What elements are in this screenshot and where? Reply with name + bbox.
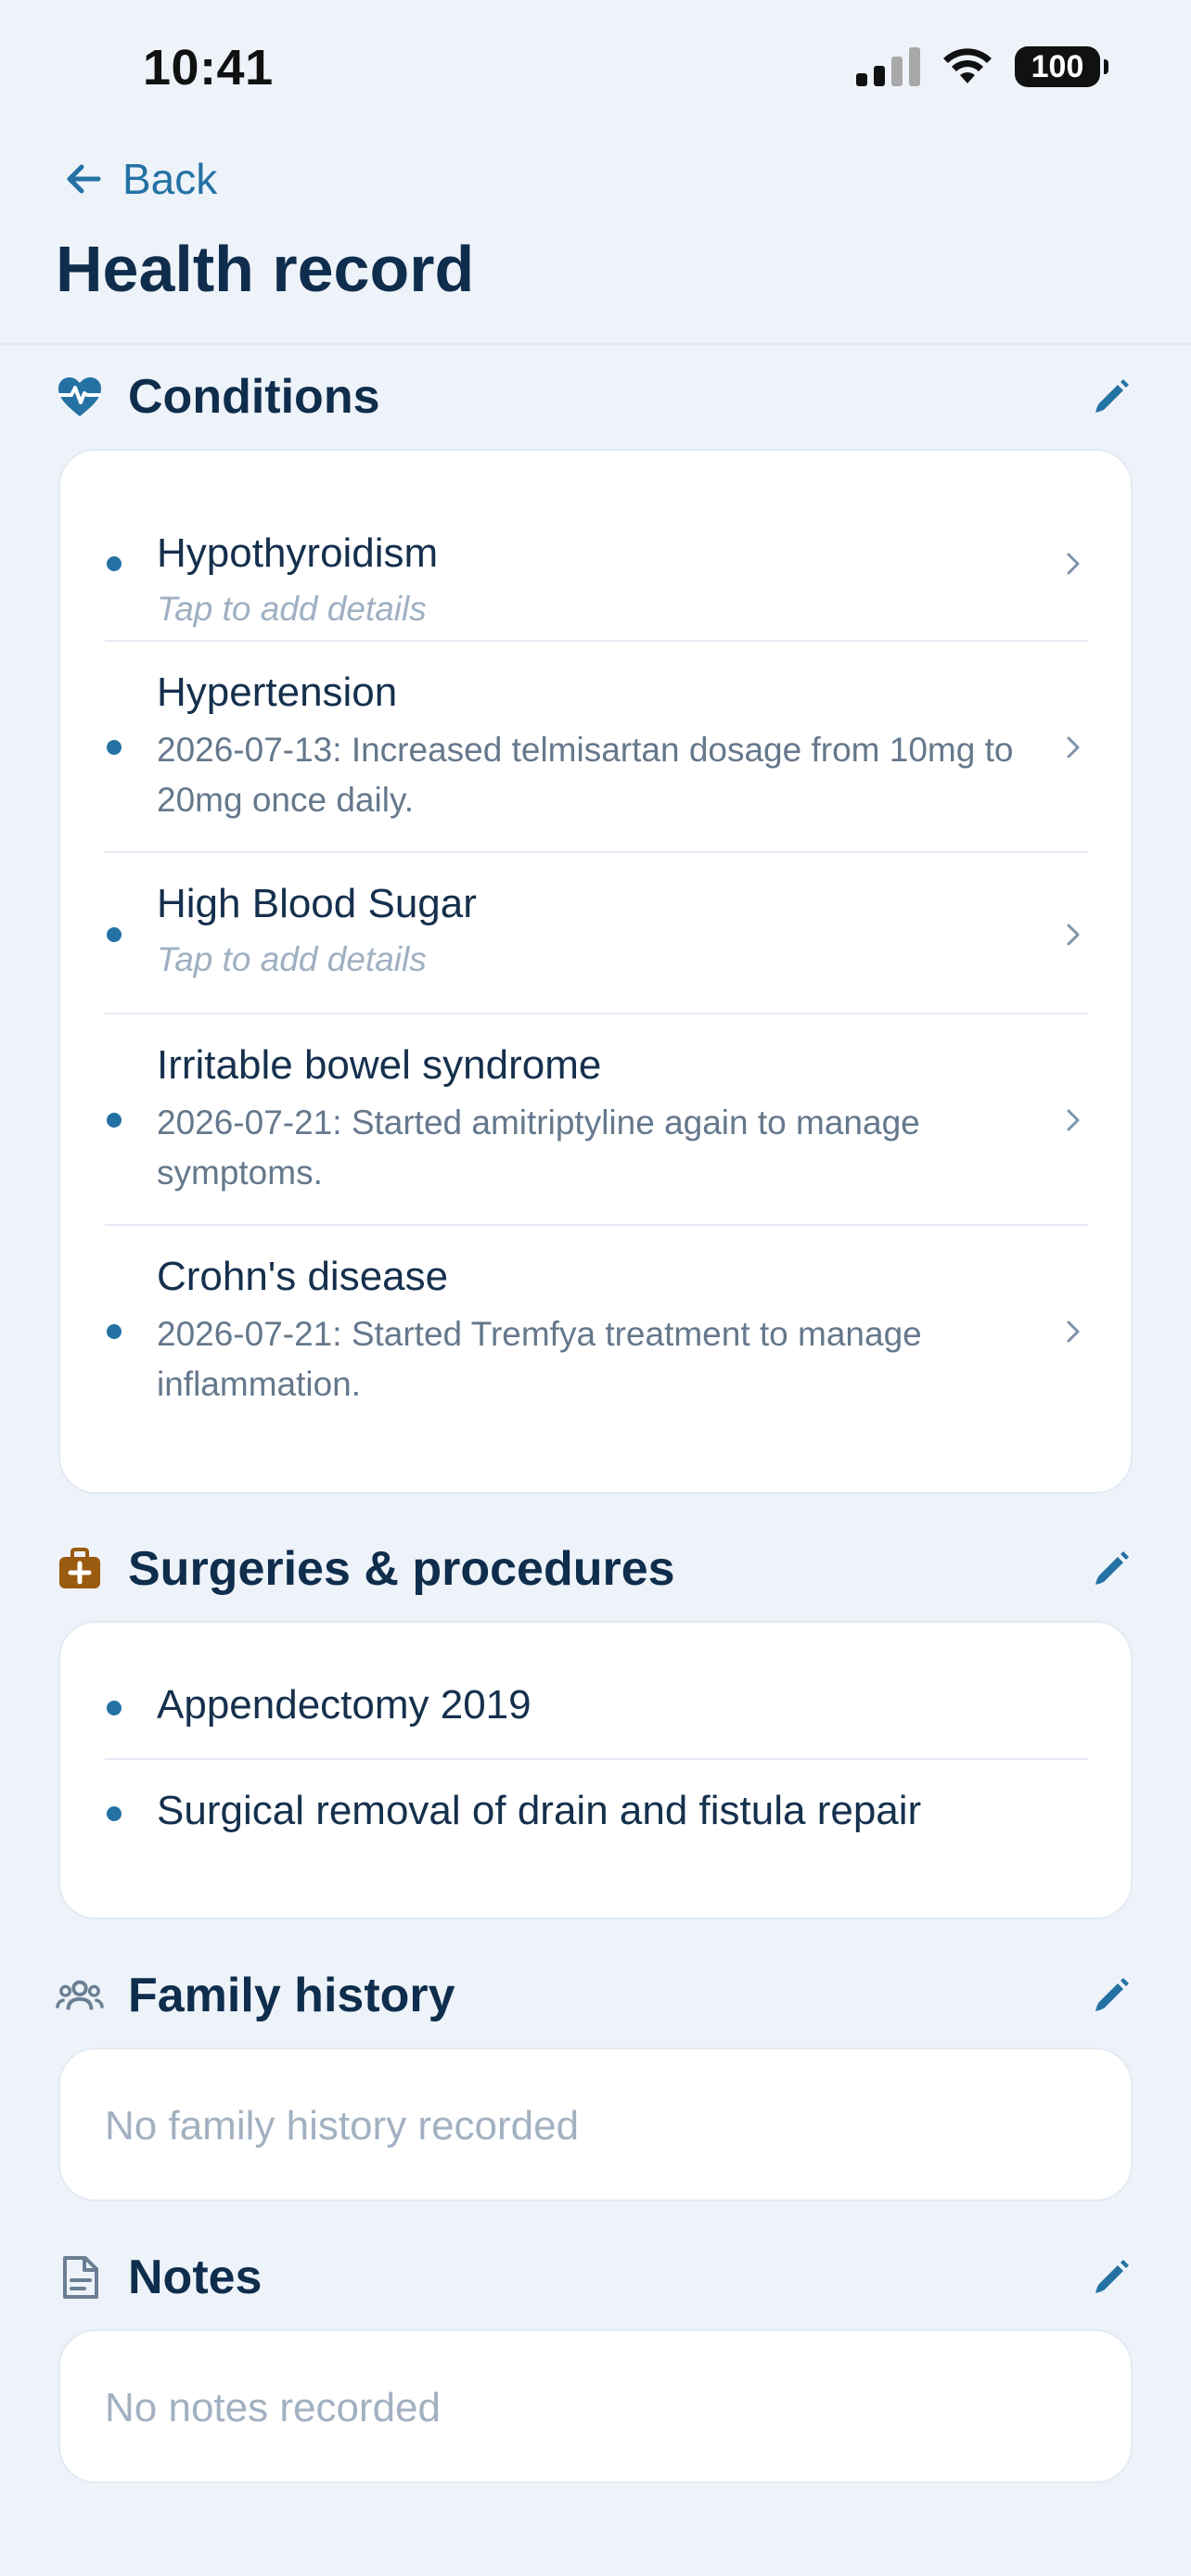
chevron-right-icon <box>1067 553 1080 575</box>
condition-item-hypertension[interactable]: Hypertension 2026-07-13: Increased telmi… <box>105 642 1088 853</box>
conditions-card: Hypothyroidism Tap to add details Hypert… <box>58 449 1133 1494</box>
surgeries-card: Appendectomy 2019 Surgical removal of dr… <box>58 1621 1133 1919</box>
battery-indicator: 100 <box>1015 46 1108 87</box>
condition-name: Irritable bowel syndrome <box>157 1042 602 1088</box>
edit-conditions-button[interactable] <box>1087 373 1135 421</box>
status-bar: 10:41 100 <box>0 0 1191 139</box>
wifi-icon <box>943 48 992 83</box>
document-icon <box>56 2253 104 2302</box>
edit-notes-button[interactable] <box>1087 2253 1135 2302</box>
condition-name: Hypertension <box>157 670 398 715</box>
condition-detail: 2026-07-21: Started amitriptyline again … <box>157 1103 920 1192</box>
status-icons: 100 <box>856 46 1108 87</box>
people-icon <box>56 1971 104 2020</box>
family-history-header: Family history <box>56 1958 1135 2033</box>
back-button[interactable]: Back <box>61 154 217 204</box>
arrow-left-icon <box>67 164 101 194</box>
pencil-icon <box>1095 1551 1129 1585</box>
notes-header: Notes <box>56 2240 1135 2315</box>
bullet <box>107 1806 122 1821</box>
back-label: Back <box>122 155 218 203</box>
condition-name: High Blood Sugar <box>157 881 477 926</box>
edit-surgeries-button[interactable] <box>1087 1545 1135 1593</box>
family-history-card: No family history recorded <box>58 2047 1133 2201</box>
condition-name: Hypothyroidism <box>157 530 439 576</box>
procedure-item: Surgical removal of drain and fistula re… <box>105 1760 1088 1866</box>
condition-item-hypothyroidism[interactable]: Hypothyroidism Tap to add details <box>105 484 1088 642</box>
condition-item-high-blood-sugar[interactable]: High Blood Sugar Tap to add details <box>105 853 1088 1014</box>
condition-detail: Tap to add details <box>157 940 427 978</box>
condition-detail: 2026-07-21: Started Tremfya treatment to… <box>157 1315 922 1403</box>
status-time: 10:41 <box>143 40 274 96</box>
bullet <box>107 1113 122 1128</box>
condition-item-crohns-disease[interactable]: Crohn's disease 2026-07-21: Started Trem… <box>105 1226 1088 1448</box>
chevron-right-icon <box>1067 1320 1080 1343</box>
section-title-family-history: Family history <box>128 1969 455 2022</box>
condition-detail: 2026-07-13: Increased telmisartan dosage… <box>157 731 1014 819</box>
procedure-name: Appendectomy 2019 <box>157 1682 531 1728</box>
heart-pulse-icon <box>56 373 104 421</box>
page-title: Health record <box>56 233 475 305</box>
chevron-right-icon <box>1067 1109 1080 1131</box>
section-title-notes: Notes <box>128 2251 263 2304</box>
procedure-name: Surgical removal of drain and fistula re… <box>157 1788 922 1833</box>
condition-detail: Tap to add details <box>157 590 427 628</box>
chevron-right-icon <box>1067 924 1080 946</box>
bullet <box>107 1701 122 1715</box>
notes-card: No notes recorded <box>58 2329 1133 2483</box>
edit-family-history-button[interactable] <box>1087 1971 1135 2020</box>
section-title-surgeries: Surgeries & procedures <box>128 1542 675 1596</box>
procedure-item: Appendectomy 2019 <box>105 1654 1088 1760</box>
pencil-icon <box>1095 1978 1129 2011</box>
cellular-signal-icon <box>856 47 920 86</box>
notes-empty: No notes recorded <box>105 2385 441 2430</box>
family-history-empty: No family history recorded <box>105 2103 580 2149</box>
conditions-header: Conditions <box>56 360 1135 434</box>
bullet <box>107 556 122 571</box>
bullet <box>107 1324 122 1339</box>
chevron-right-icon <box>1067 736 1080 759</box>
pencil-icon <box>1095 379 1129 413</box>
condition-name: Crohn's disease <box>157 1254 449 1299</box>
bullet <box>107 740 122 755</box>
bullet <box>107 927 122 942</box>
condition-item-irritable-bowel-syndrome[interactable]: Irritable bowel syndrome 2026-07-21: Sta… <box>105 1014 1088 1226</box>
section-title-conditions: Conditions <box>128 370 380 424</box>
medical-bag-icon <box>56 1545 104 1593</box>
pencil-icon <box>1095 2260 1129 2293</box>
surgeries-header: Surgeries & procedures <box>56 1532 1135 1606</box>
